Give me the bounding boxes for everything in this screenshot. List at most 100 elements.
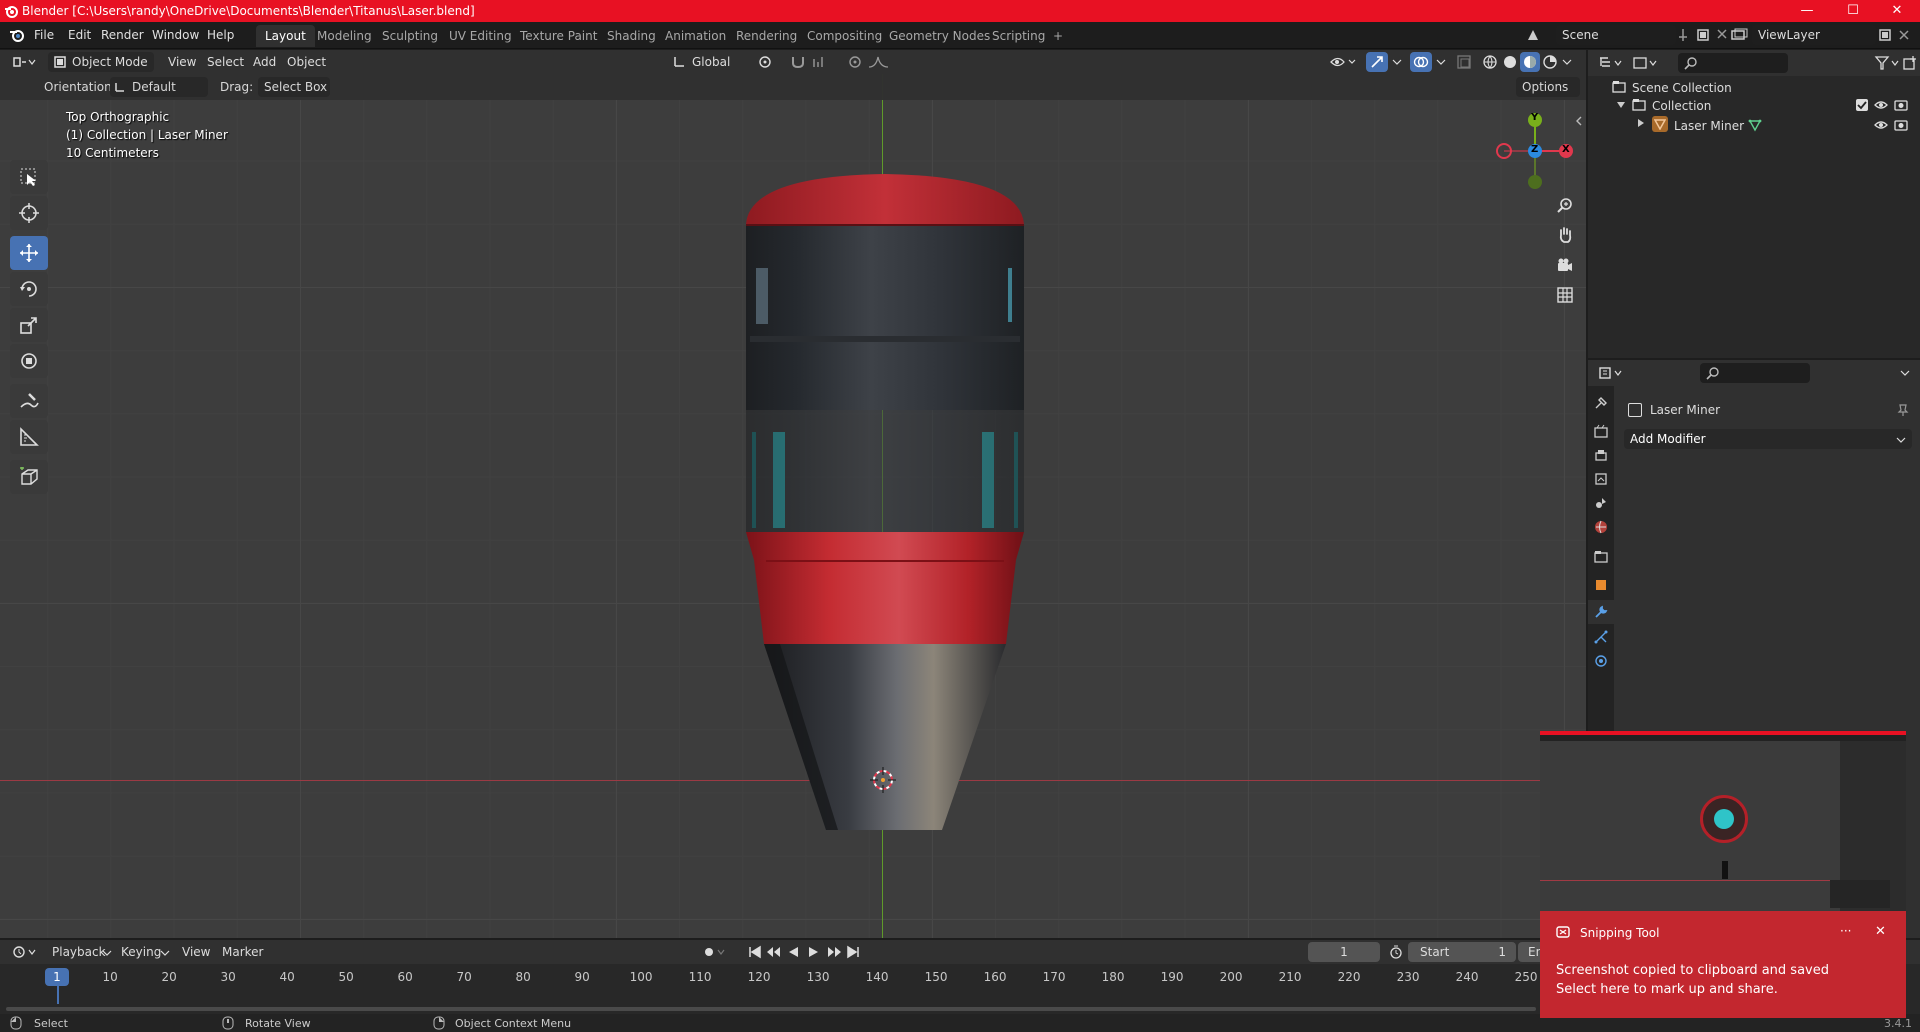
- material-preview-button[interactable]: [1520, 52, 1540, 72]
- remove-scene-icon[interactable]: [1716, 28, 1728, 40]
- timeline-editor-icon[interactable]: [12, 945, 38, 959]
- zoom-button[interactable]: [1551, 191, 1579, 219]
- tab-compositing[interactable]: Compositing: [798, 25, 891, 47]
- outliner-editor-icon[interactable]: [1598, 56, 1624, 70]
- solid-shading-icon[interactable]: [1502, 54, 1518, 70]
- tab-layout[interactable]: Layout: [256, 25, 315, 47]
- snap-icon[interactable]: [790, 55, 808, 69]
- transform-orientation-selector[interactable]: Global: [668, 52, 748, 72]
- viewport-menu-view[interactable]: View: [168, 55, 196, 69]
- options-dropdown[interactable]: Options: [1516, 77, 1580, 97]
- timeline-menu-keying[interactable]: Keying: [121, 945, 161, 959]
- outliner-item-laser-miner[interactable]: Laser Miner: [1674, 119, 1744, 133]
- jump-start-icon[interactable]: [748, 945, 762, 959]
- select-box-tool[interactable]: [10, 160, 48, 194]
- add-cube-tool[interactable]: [10, 460, 48, 494]
- camera-view-button[interactable]: [1551, 251, 1579, 279]
- drag-dropdown[interactable]: Select Box: [258, 77, 330, 97]
- tab-animation[interactable]: Animation: [656, 25, 735, 47]
- view-layer-icon[interactable]: [1730, 27, 1748, 43]
- tab-uv-editing[interactable]: UV Editing: [440, 25, 521, 47]
- expand-object-icon[interactable]: [1636, 118, 1646, 128]
- annotate-tool[interactable]: [10, 384, 48, 418]
- tab-geometry-nodes[interactable]: Geometry Nodes: [880, 25, 999, 47]
- chevron-down-icon[interactable]: [102, 948, 112, 958]
- render-camera-icon[interactable]: [1894, 118, 1908, 132]
- chevron-down-icon[interactable]: [1436, 57, 1446, 67]
- start-frame-field[interactable]: Start 1: [1408, 942, 1516, 962]
- render-tab-icon[interactable]: [1594, 424, 1608, 438]
- tab-texture-paint[interactable]: Texture Paint: [511, 25, 606, 47]
- scene-icon[interactable]: [1526, 28, 1540, 42]
- menu-render[interactable]: Render: [101, 28, 144, 42]
- cursor-tool[interactable]: [10, 196, 48, 230]
- view-layer-tab-icon[interactable]: [1594, 472, 1608, 486]
- toast-close-button[interactable]: ✕: [1875, 924, 1886, 939]
- scene-selector[interactable]: Scene: [1556, 25, 1676, 45]
- tool-tab-icon[interactable]: [1594, 396, 1608, 410]
- viewport-menu-select[interactable]: Select: [207, 55, 244, 69]
- tab-rendering[interactable]: Rendering: [727, 25, 806, 47]
- filter-icon[interactable]: [1874, 55, 1900, 71]
- chevron-down-icon[interactable]: [1562, 57, 1572, 67]
- pin-icon[interactable]: [1896, 403, 1910, 417]
- new-scene-icon[interactable]: [1696, 28, 1710, 42]
- toast-more-button[interactable]: ···: [1840, 924, 1851, 938]
- toggle-ortho-button[interactable]: [1551, 281, 1579, 309]
- stopwatch-icon[interactable]: [1389, 945, 1403, 959]
- prev-keyframe-icon[interactable]: [766, 945, 782, 959]
- proportional-edit-icon[interactable]: [848, 55, 862, 69]
- collection-exclude-checkbox[interactable]: [1856, 99, 1868, 111]
- editor-type-icon[interactable]: [12, 55, 36, 69]
- viewport-menu-add[interactable]: Add: [253, 55, 276, 69]
- transform-tool[interactable]: [10, 344, 48, 378]
- snipping-tool-notification[interactable]: Snipping Tool ··· ✕ Screenshot copied to…: [1540, 911, 1906, 1018]
- chevron-down-icon[interactable]: [1900, 368, 1910, 378]
- tab-shading[interactable]: Shading: [598, 25, 665, 47]
- pan-button[interactable]: [1551, 221, 1579, 249]
- tab-modeling[interactable]: Modeling: [308, 25, 381, 47]
- outliner-item-scene-collection[interactable]: Scene Collection: [1632, 81, 1732, 95]
- blender-menu-icon[interactable]: [9, 28, 25, 42]
- properties-search-input[interactable]: [1700, 363, 1810, 383]
- timeline-menu-playback[interactable]: Playback: [52, 945, 106, 959]
- close-window-button[interactable]: ✕: [1874, 0, 1920, 22]
- world-tab-icon[interactable]: [1594, 520, 1608, 534]
- pin-icon[interactable]: [1676, 28, 1690, 42]
- expand-collection-icon[interactable]: [1616, 100, 1626, 110]
- wireframe-shading-icon[interactable]: [1482, 54, 1498, 70]
- 3d-cursor-icon[interactable]: [870, 767, 896, 793]
- mesh-data-icon[interactable]: [1748, 118, 1762, 132]
- mode-selector[interactable]: Object Mode: [48, 52, 154, 72]
- maximize-button[interactable]: ☐: [1830, 0, 1876, 22]
- overlays-toggle-button[interactable]: [1410, 52, 1432, 72]
- laser-miner-model[interactable]: [740, 160, 1030, 840]
- scale-tool[interactable]: [10, 308, 48, 342]
- next-keyframe-icon[interactable]: [826, 945, 842, 959]
- rendered-shading-icon[interactable]: [1542, 54, 1558, 70]
- sidebar-toggle-icon[interactable]: [1575, 116, 1583, 126]
- chevron-down-icon[interactable]: [160, 948, 170, 958]
- gizmo-toggle-button[interactable]: [1366, 52, 1388, 72]
- add-workspace-button[interactable]: +: [1044, 25, 1072, 47]
- eye-icon[interactable]: [1874, 118, 1888, 132]
- menu-file[interactable]: File: [34, 28, 54, 42]
- auto-keying-icon[interactable]: [702, 945, 726, 959]
- scene-tab-icon[interactable]: [1594, 496, 1608, 510]
- menu-edit[interactable]: Edit: [68, 28, 91, 42]
- minimize-button[interactable]: —: [1784, 0, 1830, 22]
- rotate-tool[interactable]: [10, 272, 48, 306]
- view-layer-selector[interactable]: ViewLayer: [1752, 25, 1876, 45]
- output-tab-icon[interactable]: [1594, 448, 1608, 462]
- outliner-item-collection[interactable]: Collection: [1652, 99, 1711, 113]
- current-frame-field[interactable]: 1: [1308, 942, 1380, 962]
- menu-window[interactable]: Window: [152, 28, 199, 42]
- pivot-point-icon[interactable]: [758, 55, 782, 69]
- screenshot-thumbnail[interactable]: [1540, 731, 1906, 917]
- scrollbar-thumb[interactable]: [6, 1007, 1536, 1011]
- snap-target-icon[interactable]: [812, 55, 834, 69]
- viewport-menu-object[interactable]: Object: [287, 55, 326, 69]
- 3d-viewport[interactable]: Top Orthographic (1) Collection | Laser …: [0, 50, 1586, 938]
- visibility-icon[interactable]: [1330, 54, 1358, 70]
- display-mode-icon[interactable]: [1632, 55, 1658, 71]
